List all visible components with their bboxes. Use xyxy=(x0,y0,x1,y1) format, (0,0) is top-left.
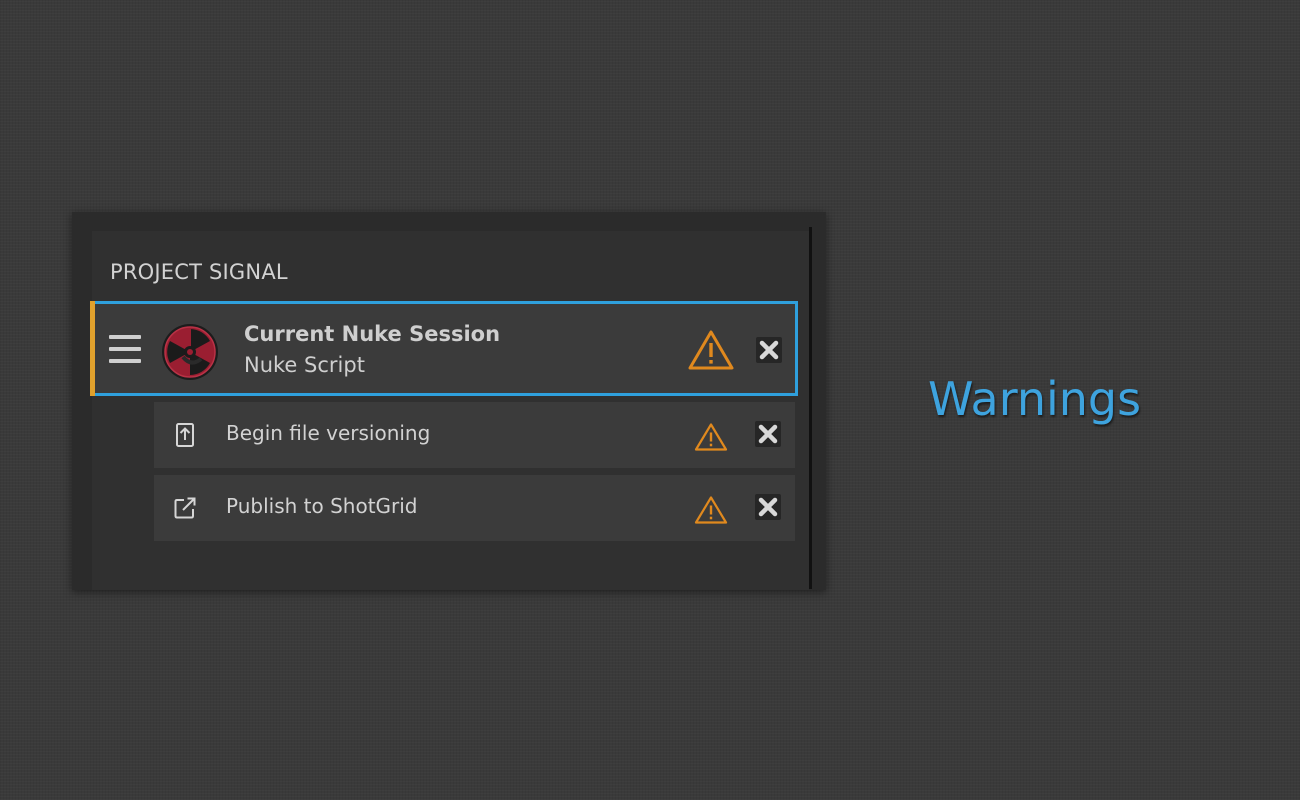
step-row-file-versioning[interactable]: Begin file versioning xyxy=(154,402,795,468)
session-accent-bar xyxy=(90,301,95,396)
session-item[interactable]: Current Nuke Session Nuke Script xyxy=(90,301,798,396)
upload-file-icon xyxy=(176,423,194,447)
session-subtitle: Nuke Script xyxy=(244,353,365,377)
session-title: Current Nuke Session xyxy=(244,322,501,346)
step-label: Begin file versioning xyxy=(226,421,431,445)
nuke-logo-icon xyxy=(162,324,218,380)
close-session-button[interactable] xyxy=(756,337,782,363)
project-signal-panel: PROJECT SIGNAL Current Nuke Session Nuke… xyxy=(90,231,809,590)
close-icon xyxy=(759,340,779,360)
step-label: Publish to ShotGrid xyxy=(226,494,418,518)
warning-icon xyxy=(694,496,728,524)
close-icon xyxy=(758,424,778,444)
project-signal-window: PROJECT SIGNAL Current Nuke Session Nuke… xyxy=(72,212,826,590)
caption-warnings: Warnings xyxy=(928,372,1142,426)
warning-icon xyxy=(694,423,728,451)
remove-step-button[interactable] xyxy=(755,494,781,520)
panel-title: PROJECT SIGNAL xyxy=(110,260,288,284)
panel-divider xyxy=(809,227,812,589)
remove-step-button[interactable] xyxy=(755,421,781,447)
step-row-publish[interactable]: Publish to ShotGrid xyxy=(154,475,795,541)
close-icon xyxy=(758,497,778,517)
hamburger-menu-icon[interactable] xyxy=(109,335,141,363)
warning-icon xyxy=(688,330,734,370)
external-link-icon xyxy=(174,497,196,519)
